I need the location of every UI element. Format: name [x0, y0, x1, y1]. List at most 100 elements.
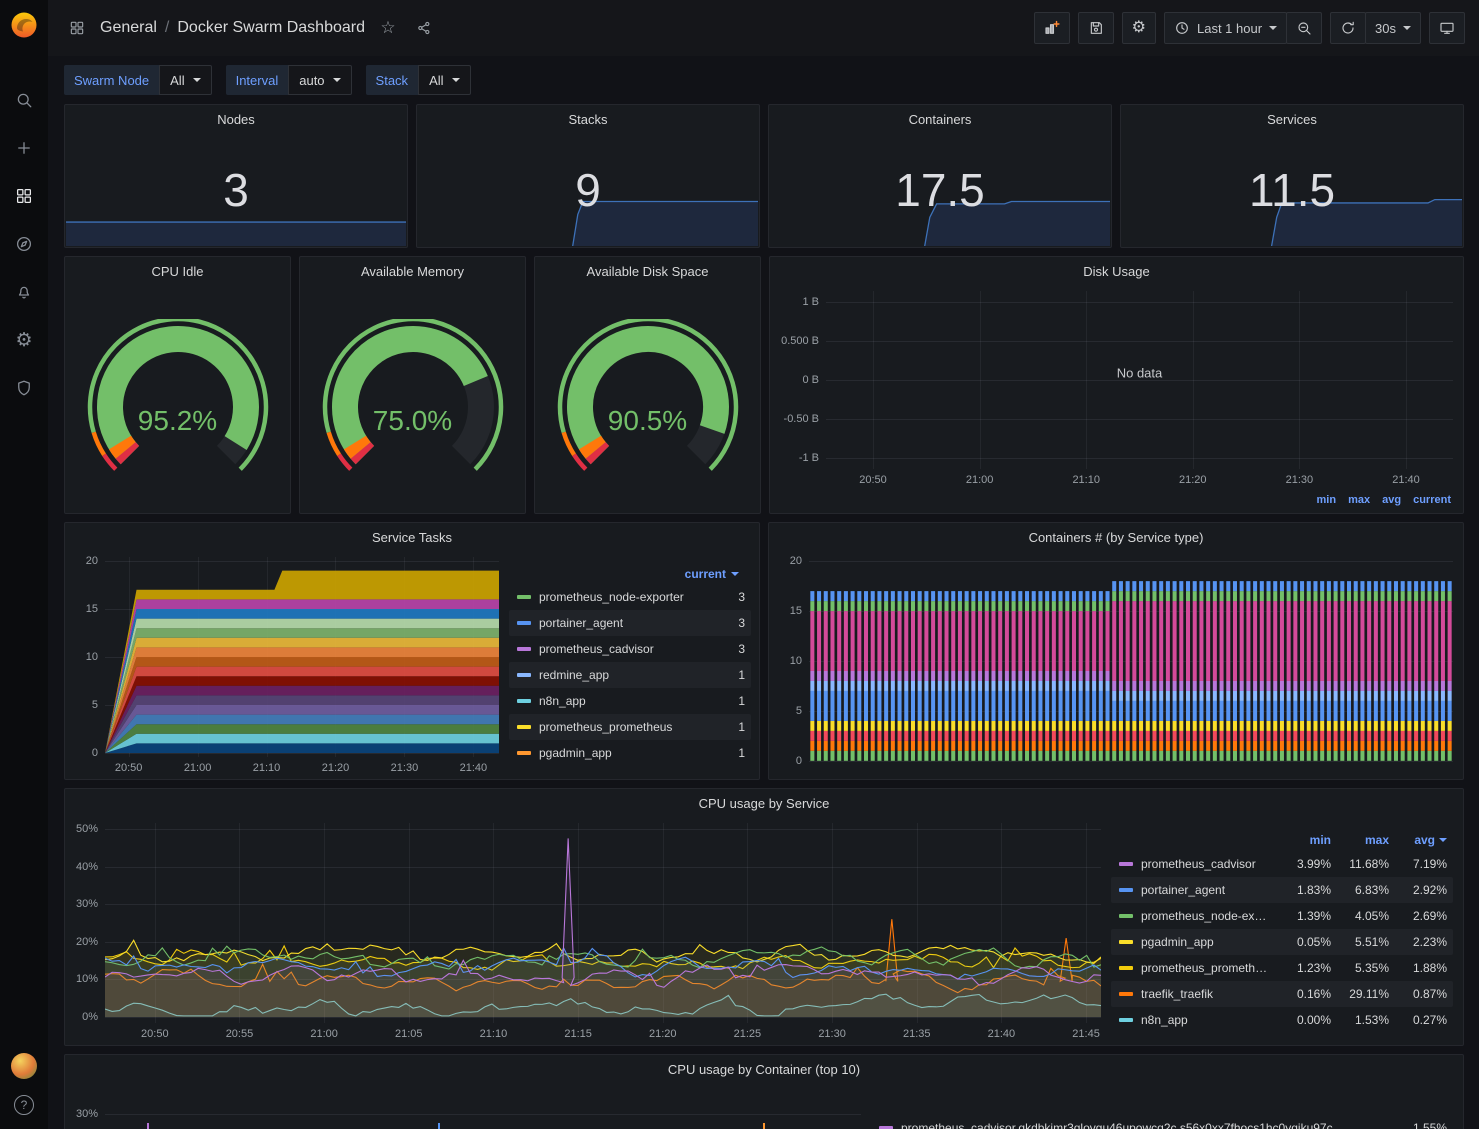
series-stat-link-min[interactable]: min [1317, 494, 1337, 506]
variable-value-dropdown[interactable]: All [418, 65, 470, 95]
share-icon[interactable] [411, 15, 437, 41]
cpu-by-service-chart[interactable] [105, 823, 1101, 1023]
legend-sort-avg[interactable]: avg [1389, 833, 1447, 847]
y-axis-label: 5 [92, 699, 98, 711]
legend-label: prometheus_cadvisor.qkdbkjmr3qlovgu46upo… [901, 1121, 1403, 1129]
legend-item[interactable]: prometheus_node-exporter3 [509, 584, 751, 610]
legend-color-indicator [1119, 914, 1133, 918]
legend-label: n8n_app [539, 694, 728, 708]
variable-value-dropdown[interactable]: auto [288, 65, 351, 95]
dashboards-icon[interactable] [0, 172, 48, 220]
panel-title[interactable]: Available Memory [300, 257, 525, 285]
y-axis-label: 20% [76, 936, 98, 948]
y-axis-label: 5 [796, 705, 802, 717]
x-axis-label: 21:30 [1286, 474, 1314, 486]
chevron-down-icon [1403, 26, 1411, 30]
grafana-logo[interactable] [9, 10, 39, 40]
panel-title[interactable]: CPU usage by Service [65, 789, 1463, 817]
server-admin-shield-icon[interactable] [0, 364, 48, 412]
breadcrumb-folder[interactable]: General [100, 19, 157, 37]
x-axis-label: 21:05 [395, 1028, 423, 1040]
legend-item[interactable]: pgadmin_app1 [509, 740, 751, 766]
legend-sort-min[interactable]: min [1273, 833, 1331, 847]
legend-item[interactable]: n8n_app0.00%1.53%0.27% [1111, 1007, 1453, 1033]
panel-title[interactable]: Available Disk Space [535, 257, 760, 285]
legend-avg-value: 0.27% [1389, 1013, 1447, 1027]
panel-title[interactable]: Disk Usage [770, 257, 1463, 285]
legend-item[interactable]: portainer_agent1.83%6.83%2.92% [1111, 877, 1453, 903]
x-axis-label: 20:50 [859, 474, 887, 486]
x-axis-label: 21:10 [253, 762, 281, 774]
legend-color-indicator [517, 725, 531, 729]
variable-value-dropdown[interactable]: All [159, 65, 211, 95]
search-icon[interactable] [0, 76, 48, 124]
grid-line [826, 302, 1453, 303]
panel-nodes: Nodes 3 [64, 104, 408, 248]
legend-min-value: 1.23% [1273, 961, 1331, 975]
legend-sort-max[interactable]: max [1331, 833, 1389, 847]
containers-by-service-chart[interactable] [809, 557, 1453, 765]
x-axis-label: 21:40 [1392, 474, 1420, 486]
help-icon[interactable]: ? [14, 1095, 34, 1115]
stat-value: 9 [417, 133, 759, 247]
y-axis-label: 40% [76, 861, 98, 873]
legend-max-value: 4.05% [1331, 909, 1389, 923]
panel-available-disk-space: Available Disk Space 90.5% [534, 256, 761, 514]
legend-sort-current[interactable]: current [685, 567, 739, 581]
series-stat-link-max[interactable]: max [1348, 494, 1370, 506]
legend-item[interactable]: prometheus_prometheus1 [509, 714, 751, 740]
panel-containers: Containers 17.5 [768, 104, 1112, 248]
legend-item[interactable]: prometheus_cadvisor3 [509, 636, 751, 662]
legend-value: 3 [738, 616, 745, 630]
panel-title[interactable]: Services [1121, 105, 1463, 133]
legend-item[interactable]: n8n_app1 [509, 688, 751, 714]
panel-title[interactable]: CPU usage by Container (top 10) [65, 1055, 1463, 1083]
legend-item[interactable]: prometheus_cadvisor.qkdbkjmr3qlovgu46upo… [871, 1115, 1453, 1129]
series-stat-link-current[interactable]: current [1413, 494, 1451, 506]
time-range-picker[interactable]: Last 1 hour [1164, 12, 1287, 44]
panel-title[interactable]: Containers # (by Service type) [769, 523, 1463, 551]
cycle-view-mode-button[interactable] [1429, 12, 1465, 44]
panel-stacks: Stacks 9 [416, 104, 760, 248]
disk-usage-chart[interactable]: No data [826, 291, 1453, 469]
legend-value: 1 [738, 720, 745, 734]
legend-min-value: 1.39% [1273, 909, 1331, 923]
star-icon[interactable]: ☆ [375, 15, 401, 41]
zoom-out-button[interactable] [1286, 12, 1322, 44]
panel-title[interactable]: Containers [769, 105, 1111, 133]
configuration-gear-icon[interactable]: ⚙ [0, 316, 48, 364]
dashboard-grid: Nodes 3 Stacks 9 Containers 17.5 Service… [48, 104, 1479, 1129]
y-axis-label: 30% [76, 1108, 98, 1120]
save-dashboard-button[interactable] [1078, 12, 1114, 44]
legend-item[interactable]: traefik_traefik0.16%29.11%0.87% [1111, 981, 1453, 1007]
refresh-interval-dropdown[interactable]: 30s [1365, 12, 1421, 44]
panel-title[interactable]: CPU Idle [65, 257, 290, 285]
service-tasks-chart[interactable] [105, 557, 499, 757]
create-plus-icon[interactable] [0, 124, 48, 172]
legend-label: portainer_agent [539, 616, 728, 630]
legend-item[interactable]: portainer_agent 3 [509, 610, 751, 636]
legend-item[interactable]: pgadmin_app0.05%5.51%2.23% [1111, 929, 1453, 955]
breadcrumb: General / Docker Swarm Dashboard [100, 19, 365, 37]
panel-service-tasks: Service Tasks 20151050 20:5021:0021:1021… [64, 522, 760, 780]
panel-title[interactable]: Service Tasks [65, 523, 759, 551]
legend-item[interactable]: prometheus_node-exporter1.39%4.05%2.69% [1111, 903, 1453, 929]
dashboard-grid-icon[interactable] [64, 15, 90, 41]
legend-item[interactable]: redmine_app1 [509, 662, 751, 688]
user-avatar[interactable] [11, 1053, 37, 1079]
add-panel-button[interactable] [1034, 12, 1070, 44]
alerting-bell-icon[interactable] [0, 268, 48, 316]
legend-item[interactable]: prometheus_cadvisor3.99%11.68%7.19% [1111, 851, 1453, 877]
gauge-value: 75.0% [308, 405, 518, 437]
series-stat-link-avg[interactable]: avg [1382, 494, 1401, 506]
x-axis-label: 20:50 [141, 1028, 169, 1040]
grid-line [873, 291, 874, 469]
panel-title[interactable]: Stacks [417, 105, 759, 133]
explore-compass-icon[interactable] [0, 220, 48, 268]
dashboard-settings-button[interactable]: ⚙ [1122, 12, 1156, 44]
cpu-by-container-chart[interactable] [105, 1089, 861, 1129]
legend-item[interactable]: prometheus_prometheus1.23%5.35%1.88% [1111, 955, 1453, 981]
panel-title[interactable]: Nodes [65, 105, 407, 133]
panel-cpu-usage-by-container: CPU usage by Container (top 10) 30% prom… [64, 1054, 1464, 1129]
refresh-button[interactable] [1330, 12, 1366, 44]
